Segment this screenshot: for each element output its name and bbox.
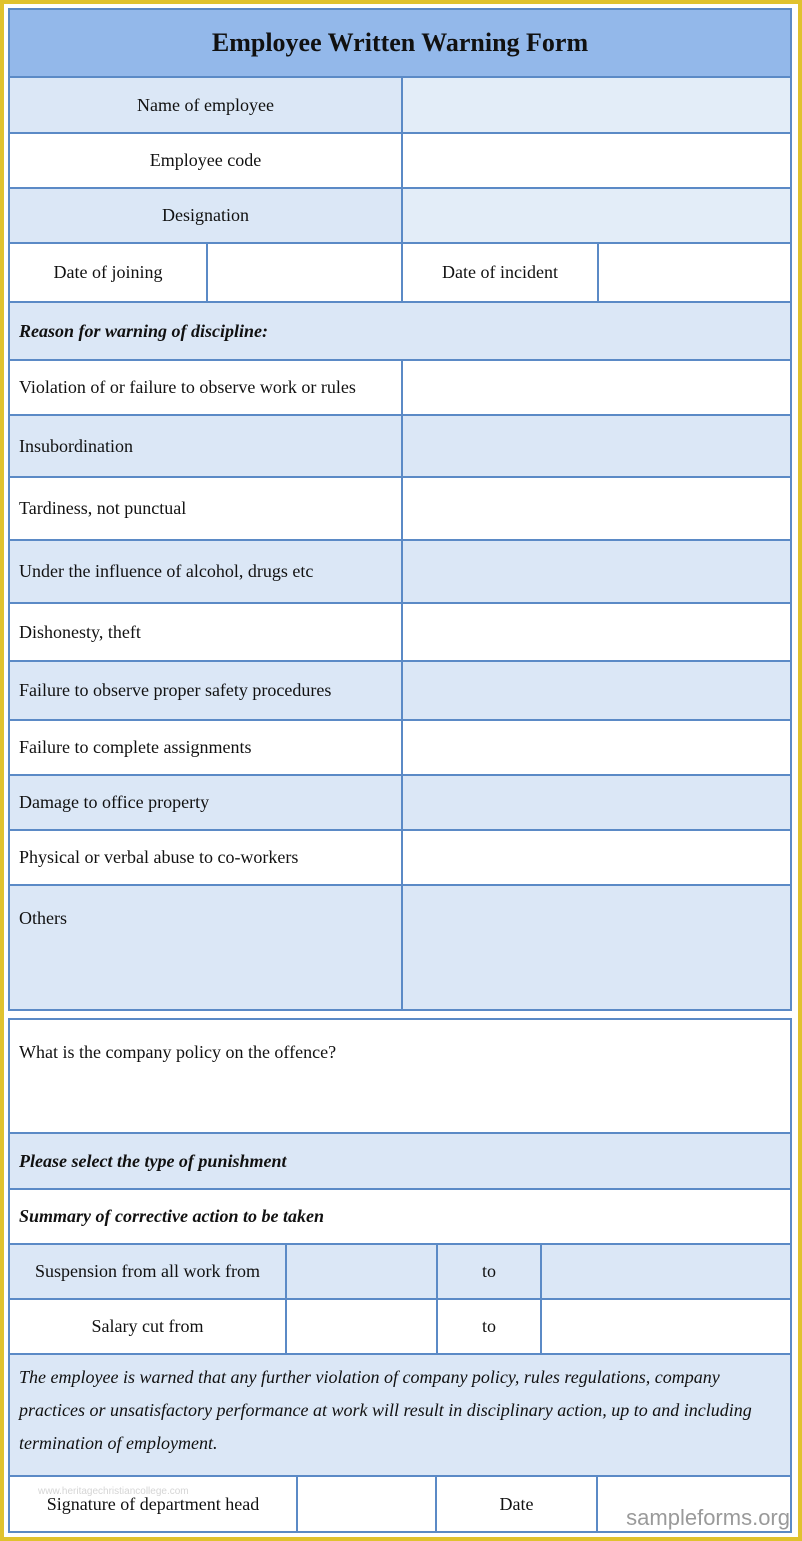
faint-watermark: www.heritagechristiancollege.com xyxy=(38,1486,189,1497)
name-label: Name of employee xyxy=(137,94,274,115)
code-row: Employee code xyxy=(10,132,790,187)
site-watermark: sampleforms.org xyxy=(626,1505,790,1530)
reason-row: Tardiness, not punctual xyxy=(10,476,790,539)
reason-label: Dishonesty, theft xyxy=(19,621,141,642)
reason-label: Failure to complete assignments xyxy=(19,737,252,757)
reason-label: Others xyxy=(19,908,67,928)
reason-input[interactable] xyxy=(401,361,790,414)
salary-cut-label: Salary cut from xyxy=(91,1316,204,1336)
action-table: What is the company policy on the offenc… xyxy=(8,1018,792,1533)
name-row: Name of employee xyxy=(10,76,790,132)
reason-label: Failure to observe proper safety procedu… xyxy=(19,680,332,700)
warning-text: The employee is warned that any further … xyxy=(19,1367,752,1453)
suspension-label: Suspension from all work from xyxy=(35,1261,260,1281)
suspension-to-label: to xyxy=(436,1245,540,1298)
reason-row: Violation of or failure to observe work … xyxy=(10,359,790,414)
designation-label: Designation xyxy=(162,205,249,225)
warning-row: The employee is warned that any further … xyxy=(10,1353,790,1475)
reason-label: Tardiness, not punctual xyxy=(19,498,187,518)
reason-row: Failure to observe proper safety procedu… xyxy=(10,660,790,719)
salary-cut-to-input[interactable] xyxy=(540,1300,790,1353)
reason-input[interactable] xyxy=(401,831,790,884)
name-input[interactable] xyxy=(401,78,790,132)
designation-row: Designation xyxy=(10,187,790,242)
reason-heading: Reason for warning of discipline: xyxy=(19,320,269,341)
salary-cut-from-input[interactable] xyxy=(285,1300,436,1353)
reason-row-others: Others xyxy=(10,884,790,1009)
reason-row: Insubordination xyxy=(10,414,790,476)
reason-input-others[interactable] xyxy=(401,886,790,1009)
policy-row: What is the company policy on the offenc… xyxy=(10,1020,790,1132)
designation-input[interactable] xyxy=(401,189,790,242)
code-input[interactable] xyxy=(401,134,790,187)
reason-label: Physical or verbal abuse to co-workers xyxy=(19,847,299,867)
corrective-heading: Summary of corrective action to be taken xyxy=(19,1206,324,1226)
reason-heading-row: Reason for warning of discipline: xyxy=(10,301,790,359)
reason-row: Dishonesty, theft xyxy=(10,602,790,660)
form-title: Employee Written Warning Form xyxy=(10,10,790,76)
policy-question[interactable]: What is the company policy on the offenc… xyxy=(10,1020,790,1132)
date-incident-input[interactable] xyxy=(597,244,790,301)
punishment-heading: Please select the type of punishment xyxy=(19,1150,287,1171)
salary-cut-row: Salary cut from to xyxy=(10,1298,790,1353)
punishment-heading-row: Please select the type of punishment xyxy=(10,1132,790,1188)
reason-label: Insubordination xyxy=(19,435,133,456)
reason-label: Under the influence of alcohol, drugs et… xyxy=(19,561,314,581)
reason-row: Under the influence of alcohol, drugs et… xyxy=(10,539,790,602)
suspension-from-input[interactable] xyxy=(285,1245,436,1298)
reason-row: Failure to complete assignments xyxy=(10,719,790,774)
reason-input[interactable] xyxy=(401,416,790,476)
code-label: Employee code xyxy=(149,150,262,170)
reason-label: Damage to office property xyxy=(19,792,210,812)
signature-input[interactable] xyxy=(296,1477,435,1531)
reason-row: Damage to office property xyxy=(10,774,790,829)
date-incident-label: Date of incident xyxy=(401,244,597,301)
corrective-heading-row: Summary of corrective action to be taken xyxy=(10,1188,790,1243)
employee-info-table: Employee Written Warning Form Name of em… xyxy=(8,8,792,1011)
reason-input[interactable] xyxy=(401,541,790,602)
dates-row: Date of joining Date of incident xyxy=(10,242,790,301)
reason-input[interactable] xyxy=(401,604,790,660)
title-row: Employee Written Warning Form xyxy=(10,10,790,76)
reason-input[interactable] xyxy=(401,478,790,539)
reason-row: Physical or verbal abuse to co-workers xyxy=(10,829,790,884)
reason-input[interactable] xyxy=(401,662,790,719)
salary-cut-to-label: to xyxy=(436,1300,540,1353)
date-joining-input[interactable] xyxy=(206,244,401,301)
date-label: Date xyxy=(435,1477,596,1531)
reason-label: Violation of or failure to observe work … xyxy=(19,377,356,397)
reason-input[interactable] xyxy=(401,721,790,774)
date-joining-label: Date of joining xyxy=(53,262,163,282)
reason-input[interactable] xyxy=(401,776,790,829)
suspension-to-input[interactable] xyxy=(540,1245,790,1298)
suspension-row: Suspension from all work from to xyxy=(10,1243,790,1298)
